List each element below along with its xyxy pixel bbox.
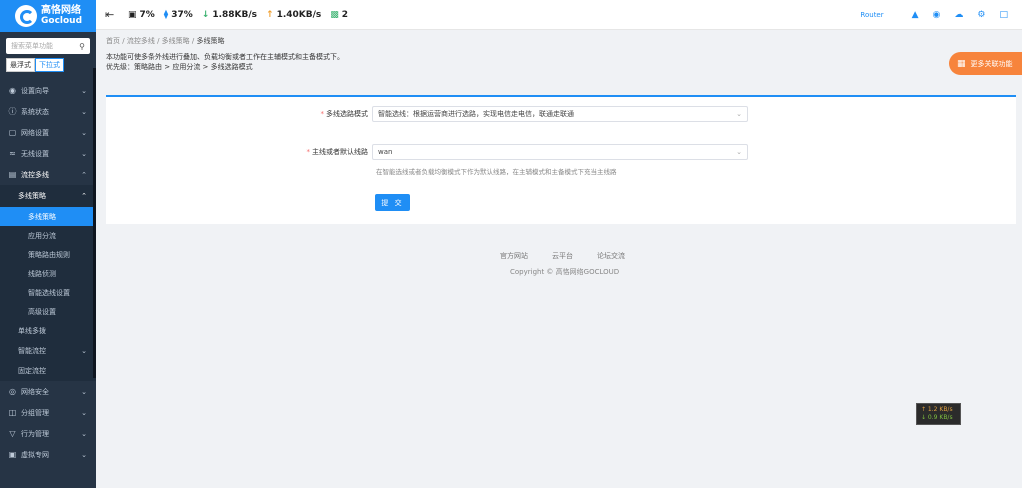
sidebar-item-group[interactable]: ◫ 分组管理 ⌄ [0, 402, 96, 423]
brand-name-en: Gocloud [41, 16, 83, 26]
lock-icon: ▣ [8, 450, 17, 459]
fullscreen-icon[interactable]: □ [999, 10, 1008, 20]
download-stat: ↓ 1.88KB/s [201, 9, 258, 20]
gear-icon[interactable]: ⚙ [977, 10, 985, 20]
sidebar-item-behavior[interactable]: ▽ 行为管理 ⌄ [0, 423, 96, 444]
mode-row: * 多线选路模式 智能选线：根据运营商进行选路，实现电信走电信，联通走联通 ⌄ [106, 106, 748, 122]
chevron-up-icon: ⌃ [81, 170, 87, 179]
line-label: * 主线或者默认线路 [306, 148, 369, 156]
sidebar-item-flow-control[interactable]: ▤ 流控多线 ⌃ [0, 164, 96, 185]
sidebar-leaf-multiline-policy[interactable]: 多线策略 [0, 207, 96, 226]
chevron-down-icon: ⌄ [81, 86, 87, 95]
mode-select[interactable]: 智能选线：根据运营商进行选路，实现电信走电信，联通走联通 ⌄ [372, 106, 748, 122]
mode-dropdown-button[interactable]: 下拉式 [35, 58, 64, 72]
page-description: 本功能可使多条外线进行叠加、负载均衡或者工作在主辅模式和主备模式下。 优先级：策… [106, 53, 344, 71]
sidebar-sub-smart-flow[interactable]: 智能流控 ⌄ [0, 341, 96, 361]
sidebar-sub-single-multidial[interactable]: 单线多拨 [0, 321, 96, 341]
upload-stat: ↑ 1.40KB/s [266, 9, 322, 20]
memory-stat: ⧫ 37% [163, 9, 193, 20]
chevron-down-icon: ⌄ [736, 110, 742, 118]
chevron-down-icon: ⌄ [736, 148, 742, 156]
menu-collapse-icon[interactable]: ⇤ [105, 8, 119, 21]
brand-name-cn: 高恪网络 [41, 5, 81, 16]
sidebar-scrollbar[interactable] [93, 68, 96, 378]
submit-button[interactable]: 提 交 [375, 194, 410, 211]
sidebar-leaf-line-detect[interactable]: 线路侦测 [0, 264, 96, 283]
speed-up: ↑ 1.2 KB/s [921, 406, 953, 413]
menu-search-input[interactable] [11, 42, 77, 50]
gocloud-logo-icon [15, 5, 37, 27]
chevron-down-icon: ⌄ [81, 149, 87, 158]
footer-link-forum[interactable]: 论坛交流 [597, 251, 625, 261]
cloud-icon[interactable]: ☁ [954, 10, 963, 20]
chevron-down-icon: ⌄ [81, 107, 87, 116]
memory-icon: ⧫ [163, 9, 169, 20]
sidebar: 高恪网络 Gocloud ⚲ 悬浮式 下拉式 ◉ 设置向导 ⌄ ⓘ 系统状态 ⌄… [0, 0, 96, 488]
chevron-down-icon: ⌄ [81, 387, 87, 396]
wifi-icon: ≈ [9, 149, 16, 158]
sidebar-item-status[interactable]: ⓘ 系统状态 ⌄ [0, 101, 96, 122]
search-icon[interactable]: ⚲ [79, 42, 85, 51]
sidebar-item-vpn[interactable]: ▣ 虚拟专网 ⌄ [0, 444, 96, 465]
sidebar-sub-multiline-policy[interactable]: 多线策略 ⌃ [0, 185, 96, 207]
chevron-down-icon: ⌄ [81, 408, 87, 417]
related-features-button[interactable]: ▦ 更多关联功能 [949, 52, 1022, 75]
line-hint: 在智能选线或者负载均衡模式下作为默认线路，在主辅模式和主备模式下充当主线路 [376, 168, 617, 176]
globe-icon[interactable]: ◉ [933, 10, 941, 20]
chevron-down-icon: ⌄ [81, 429, 87, 438]
menu-search: ⚲ [6, 38, 90, 54]
monitor-icon: ▩ [330, 9, 339, 20]
shirt-icon[interactable]: ▲ [912, 10, 919, 20]
breadcrumb-flow[interactable]: 流控多线 [127, 37, 155, 45]
group-icon: ◫ [8, 408, 17, 417]
policy-form-card: * 多线选路模式 智能选线：根据运营商进行选路，实现电信走电信，联通走联通 ⌄ *… [106, 95, 1016, 224]
sidebar-item-wireless[interactable]: ≈ 无线设置 ⌄ [0, 143, 96, 164]
speed-down: ↓ 0.9 KB/s [921, 414, 953, 421]
menu-mode-toggle: 悬浮式 下拉式 [6, 58, 90, 72]
copyright: Copyright © 高恪网络GOCLOUD [510, 268, 620, 276]
sidebar-sub-fixed-flow[interactable]: 固定流控 [0, 361, 96, 381]
sidebar-item-network[interactable]: ▢ 网络设置 ⌄ [0, 122, 96, 143]
arrow-up-icon: ↑ [266, 9, 274, 20]
breadcrumb-home[interactable]: 首页 [106, 37, 120, 45]
monitor-icon: ▢ [8, 128, 17, 137]
compass-icon: ◉ [9, 86, 16, 95]
chevron-up-icon: ⌃ [81, 192, 87, 200]
breadcrumb: 首页 / 流控多线 / 多线策略 / 多线策略 [106, 37, 225, 45]
mode-float-button[interactable]: 悬浮式 [6, 58, 35, 72]
footer-link-cloud[interactable]: 云平台 [552, 251, 573, 261]
chevron-down-icon: ⌄ [81, 128, 87, 137]
grid-icon: ▦ [957, 58, 966, 69]
page-header: 首页 / 流控多线 / 多线策略 / 多线策略 本功能可使多条外线进行叠加、负载… [106, 36, 946, 72]
flow-icon: ▤ [8, 170, 17, 179]
sidebar-nav: ◉ 设置向导 ⌄ ⓘ 系统状态 ⌄ ▢ 网络设置 ⌄ ≈ 无线设置 ⌄ ▤ 流控… [0, 80, 96, 465]
line-row: * 主线或者默认线路 wan ⌄ [106, 144, 748, 160]
top-bar: ⇤ ▣ 7% ⧫ 37% ↓ 1.88KB/s ↑ 1.40KB/s ▩ 2 R… [96, 0, 1022, 30]
devices-stat[interactable]: ▩ 2 [330, 10, 348, 20]
arrow-down-icon: ↓ [201, 9, 210, 20]
speed-widget[interactable]: ↑ 1.2 KB/s ↓ 0.9 KB/s [916, 403, 961, 425]
shield-icon: ◎ [9, 387, 16, 396]
sidebar-item-security[interactable]: ◎ 网络安全 ⌄ [0, 381, 96, 402]
footer-link-official[interactable]: 官方网站 [500, 251, 528, 261]
chevron-down-icon: ⌄ [81, 347, 87, 355]
sidebar-leaf-policy-route[interactable]: 策略路由规则 [0, 245, 96, 264]
chevron-down-icon: ⌄ [81, 450, 87, 459]
top-right-tools: Router ▲ ◉ ☁ ⚙ □ [860, 0, 1008, 30]
breadcrumb-current: 多线策略 [196, 37, 225, 45]
sidebar-leaf-app-split[interactable]: 应用分流 [0, 226, 96, 245]
info-icon: ⓘ [8, 107, 17, 116]
sidebar-item-wizard[interactable]: ◉ 设置向导 ⌄ [0, 80, 96, 101]
sidebar-leaf-advanced[interactable]: 高级设置 [0, 302, 96, 321]
cpu-stat: ▣ 7% [128, 9, 155, 20]
line-select[interactable]: wan ⌄ [372, 144, 748, 160]
router-label[interactable]: Router [860, 11, 883, 19]
filter-icon: ▽ [9, 429, 16, 438]
breadcrumb-policy[interactable]: 多线策略 [162, 37, 190, 45]
mode-label: * 多线选路模式 [320, 110, 369, 118]
sidebar-leaf-smart-select[interactable]: 智能选线设置 [0, 283, 96, 302]
footer-links: 官方网站 云平台 论坛交流 [500, 251, 649, 261]
brand-logo[interactable]: 高恪网络 Gocloud [0, 0, 96, 32]
cpu-icon: ▣ [128, 9, 137, 20]
